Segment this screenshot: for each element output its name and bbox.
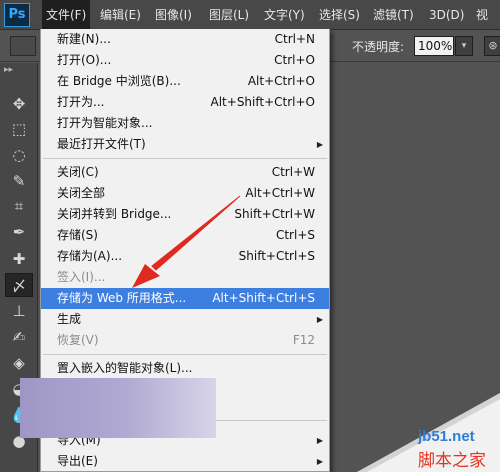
watermark-domain: jb51.net [418, 428, 475, 445]
photoshop-window: Ps 文件(F) 编辑(E) 图像(I) 图层(L) 文字(Y) 选择(S) 滤… [0, 0, 500, 472]
watermark-text: 脚本之家 [418, 451, 486, 471]
